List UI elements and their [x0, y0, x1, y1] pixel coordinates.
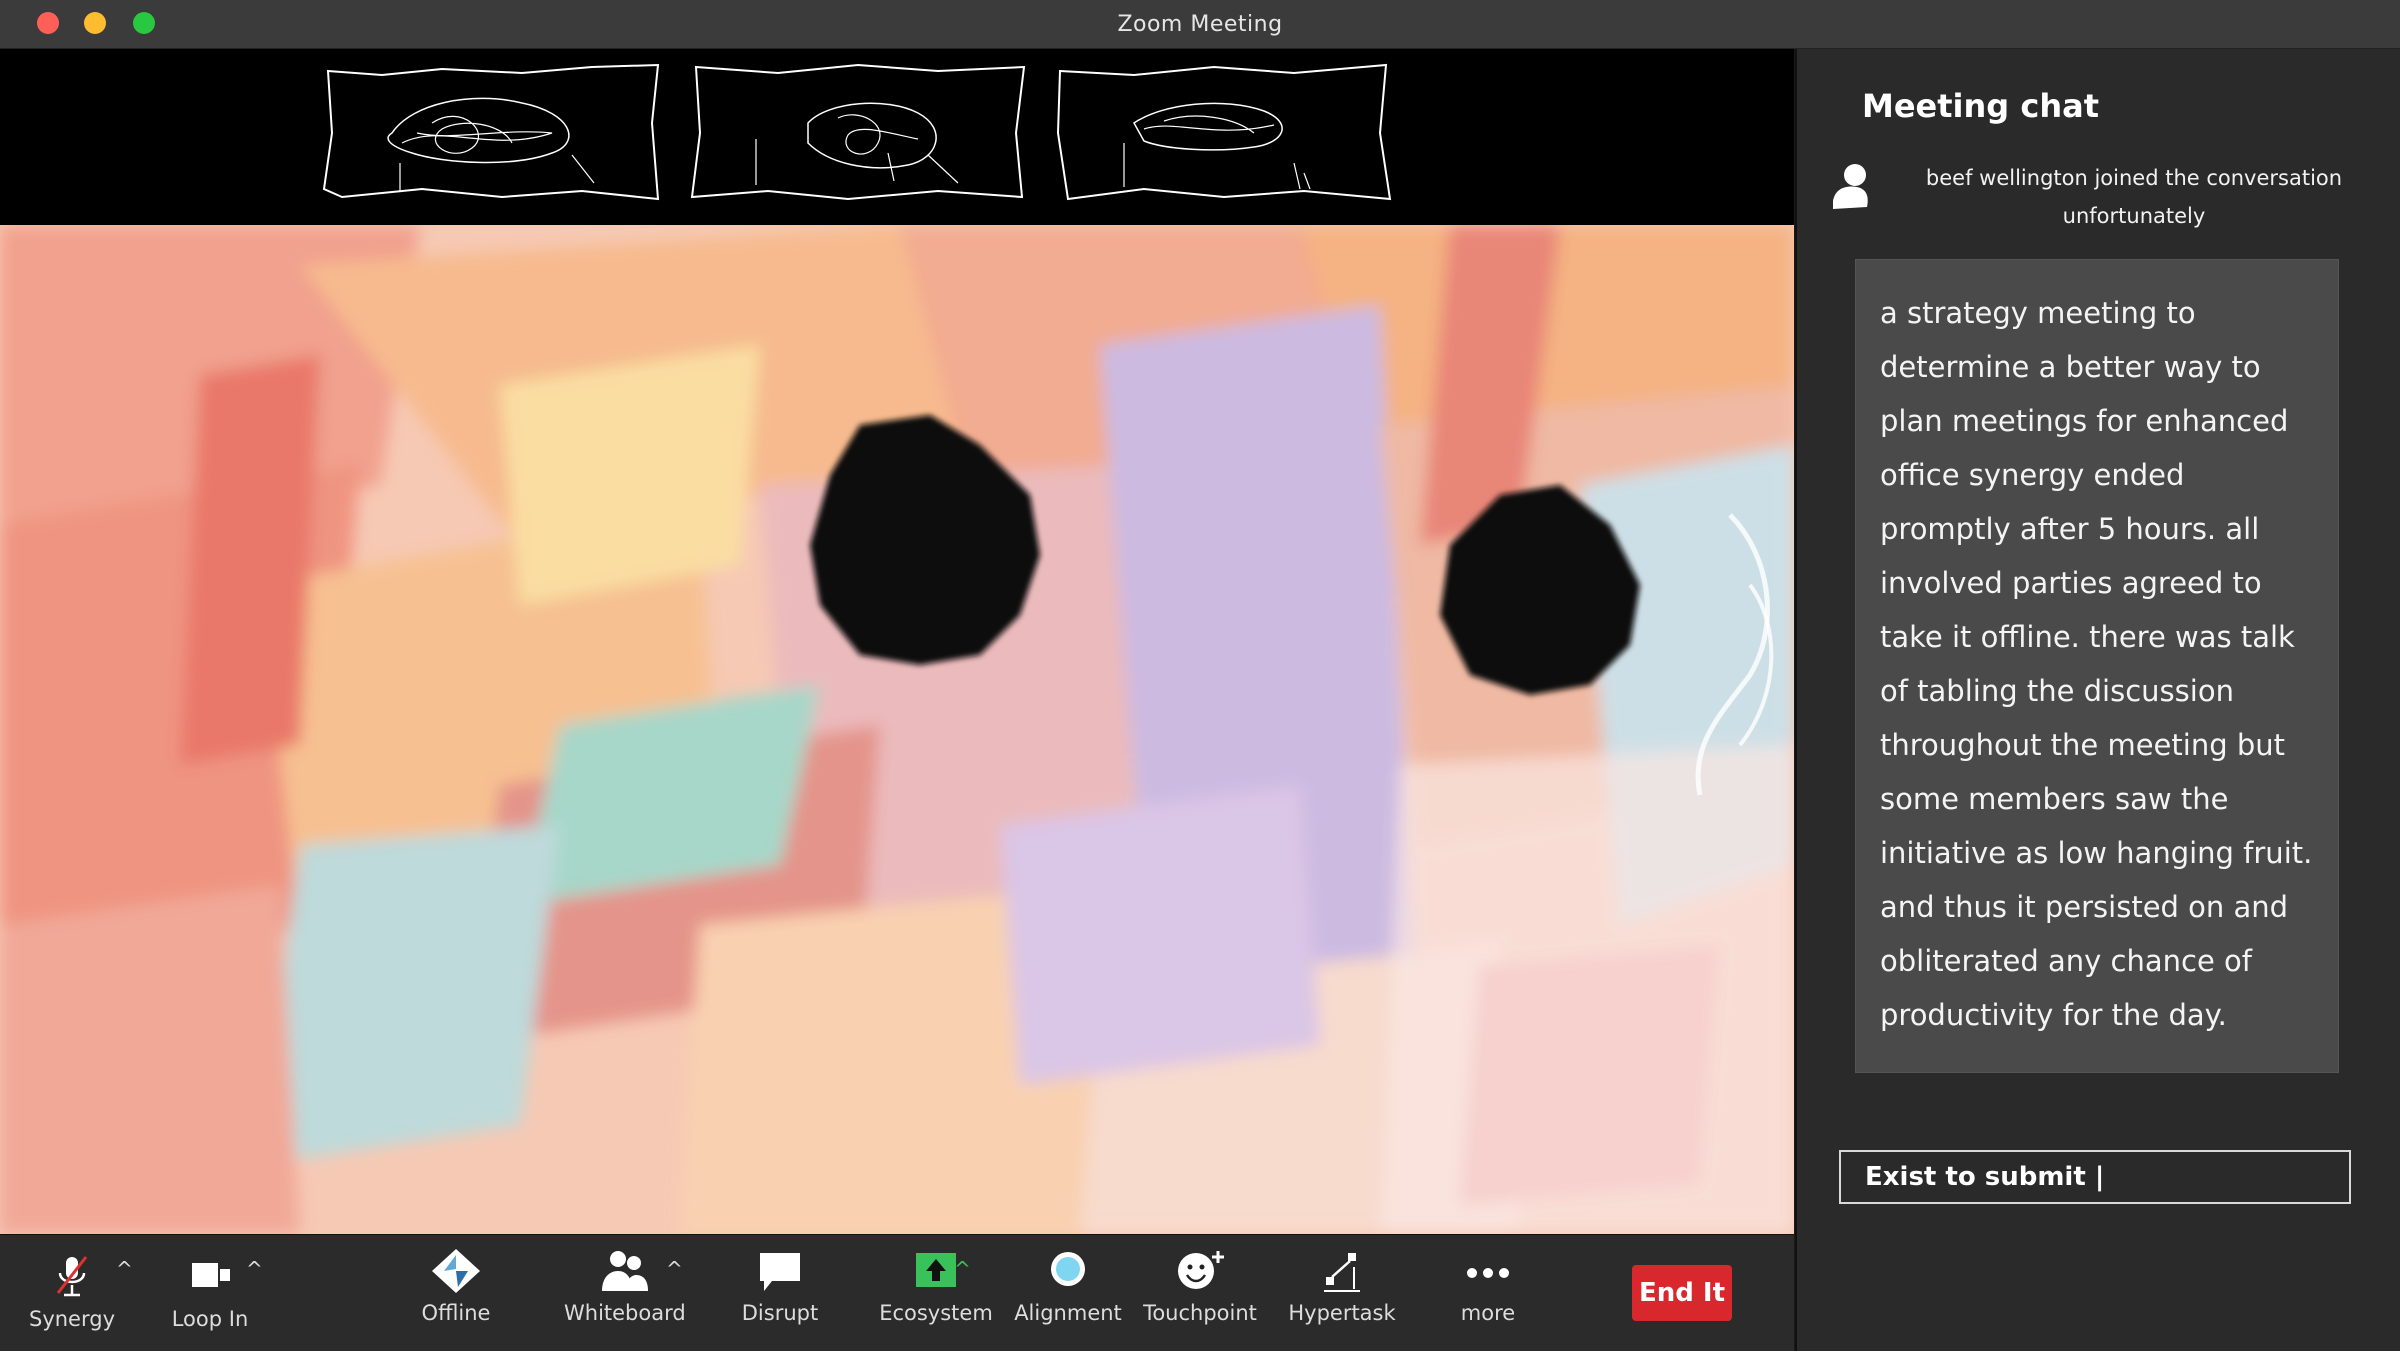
circle-bubble-icon — [1040, 1247, 1096, 1295]
chat-panel: Meeting chat beef wellington joined the … — [1795, 49, 2400, 1351]
record-nodes-icon — [1314, 1247, 1370, 1295]
meeting-toolbar: Synergy ^ Loop In ^ Offline Whiteboard ^… — [0, 1234, 1794, 1351]
more-label: more — [1460, 1301, 1516, 1325]
loop-in-label: Loop In — [171, 1307, 249, 1331]
diamond-logo-icon — [428, 1247, 484, 1295]
window-title: Zoom Meeting — [1117, 12, 1283, 37]
participant-thumbnail[interactable] — [688, 63, 1030, 203]
touchpoint-button[interactable]: Touchpoint — [1140, 1247, 1260, 1337]
synergy-label: Synergy — [28, 1307, 115, 1331]
whiteboard-options-caret[interactable]: ^ — [666, 1257, 683, 1281]
scribble-sketch-icon — [322, 63, 660, 201]
more-button[interactable]: more — [1428, 1247, 1548, 1337]
offline-label: Offline — [421, 1301, 491, 1325]
touchpoint-label: Touchpoint — [1143, 1301, 1257, 1325]
alignment-button[interactable]: Alignment — [1008, 1247, 1128, 1337]
zoom-window: Zoom Meeting Meeting chat beef wellingto… — [0, 0, 2400, 1351]
speech-bubble-icon — [752, 1247, 808, 1295]
chat-title: Meeting chat — [1862, 87, 2099, 125]
participant-thumbnail[interactable] — [322, 63, 664, 203]
scribble-sketch-icon — [1056, 63, 1392, 201]
ecosystem-label: Ecosystem — [879, 1301, 993, 1325]
ecosystem-options-caret[interactable]: ^ — [954, 1257, 971, 1281]
user-joined-icon — [1833, 164, 1868, 209]
offline-button[interactable]: Offline — [396, 1247, 516, 1337]
chat-message-text: a strategy meeting to determine a better… — [1880, 296, 2313, 1032]
participant-strip — [0, 49, 1794, 225]
disrupt-button[interactable]: Disrupt — [720, 1247, 840, 1337]
title-bar: Zoom Meeting — [0, 0, 2400, 49]
hypertask-button[interactable]: Hypertask — [1282, 1247, 1402, 1337]
participant-thumbnail[interactable] — [1054, 63, 1396, 203]
more-dots-icon — [1460, 1247, 1516, 1295]
whiteboard-label: Whiteboard — [564, 1301, 686, 1325]
video-camera-icon — [182, 1253, 238, 1301]
alignment-label: Alignment — [1014, 1301, 1122, 1325]
chat-input-box[interactable] — [1839, 1150, 2351, 1204]
hypertask-label: Hypertask — [1288, 1301, 1396, 1325]
abstract-painting-video — [0, 225, 1794, 1234]
synergy-button[interactable]: Synergy — [12, 1253, 132, 1343]
active-speaker-video — [0, 225, 1794, 1234]
chat-message-box: a strategy meeting to determine a better… — [1855, 259, 2339, 1073]
synergy-options-caret[interactable]: ^ — [116, 1257, 133, 1281]
smiley-add-icon — [1172, 1247, 1228, 1295]
ecosystem-button[interactable]: Ecosystem — [876, 1247, 996, 1337]
disrupt-label: Disrupt — [741, 1301, 819, 1325]
loop-in-options-caret[interactable]: ^ — [246, 1257, 263, 1281]
chat-input[interactable] — [1841, 1152, 2349, 1202]
scribble-sketch-icon — [690, 63, 1026, 201]
microphone-muted-icon — [44, 1253, 100, 1301]
join-message: beef wellington joined the conversation … — [1925, 166, 2343, 228]
end-meeting-button[interactable]: End It — [1632, 1265, 1732, 1321]
join-notification: beef wellington joined the conversation … — [1827, 159, 2387, 239]
meeting-area — [0, 49, 1794, 1234]
participants-icon — [596, 1247, 652, 1295]
